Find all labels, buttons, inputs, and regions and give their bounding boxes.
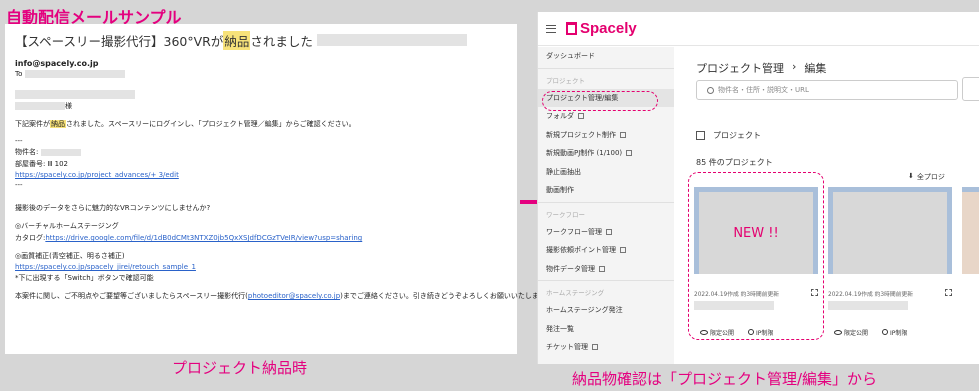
external-link-icon — [626, 150, 633, 157]
sidebar-item[interactable]: ホームステージング発注 — [538, 301, 674, 320]
highlight-new-card — [688, 172, 824, 340]
email-footer: 本案件に関し、ご不明点やご要望等ございましたらスペースリー撮影代行(photoe… — [15, 292, 553, 300]
download-icon: ⬇ — [908, 172, 914, 180]
sidebar-item-label: フォルダ — [546, 112, 574, 121]
catalog-link[interactable]: https://drive.google.com/file/d/1dB0dCMt… — [45, 234, 362, 242]
spacely-logo[interactable]: Spacely — [566, 20, 637, 37]
catalog-line: カタログ:https://drive.google.com/file/d/1dB… — [15, 234, 363, 242]
project-thumbnail[interactable] — [828, 187, 952, 274]
sidebar-item[interactable]: ダッシュボード — [538, 47, 674, 66]
project-card[interactable]: 2022.04.19作成 約3時間前更新限定公開 IP制限 — [828, 187, 952, 340]
top-bar: Spacely — [538, 12, 979, 46]
filter-box[interactable] — [962, 77, 979, 101]
email-vr-question: 撮影後のデータをさらに魅力的なVRコンテンツにしませんか? — [15, 204, 211, 212]
breadcrumb-project-manage[interactable]: プロジェクト管理 — [696, 60, 784, 76]
project-card-partial[interactable] — [962, 187, 979, 274]
brand-name: Spacely — [580, 20, 637, 37]
sidebar-item-label: 新規動画PJ制作 (1/100) — [546, 149, 623, 158]
sidebar-item-label: 撮影依頼ポイント管理 — [546, 246, 616, 255]
public-badge: 限定公開 — [834, 328, 868, 337]
sidebar-item-label: ワークフロー管理 — [546, 227, 602, 236]
redacted-company — [15, 90, 135, 99]
subject-highlight: 納品 — [223, 30, 251, 50]
retouch-link[interactable]: https://spacely.co.jp/spacely_jirei/reto… — [15, 263, 507, 271]
ip-badge: IP制限 — [882, 328, 907, 337]
select-all-checkbox[interactable] — [696, 131, 705, 140]
sidebar-item[interactable]: 動画制作 — [538, 181, 674, 200]
sidebar-item[interactable]: 発注一覧 — [538, 320, 674, 339]
search-icon — [707, 86, 714, 94]
email-separator: --- — [15, 137, 23, 145]
breadcrumb: プロジェクト管理 › 編集 — [696, 60, 979, 76]
sidebar-item[interactable]: 新規動画PJ制作 (1/100) — [538, 144, 674, 163]
sidebar-section: ワークフロー — [546, 210, 585, 219]
sidebar-item-label: 物件データ管理 — [546, 264, 595, 273]
project-filter-label: プロジェクト — [713, 131, 761, 140]
spacely-logo-icon — [566, 22, 577, 35]
email-intro: 下記案件が納品されました。スペースリーにログインし、「プロジェクト管理／編集」か… — [15, 120, 356, 128]
project-count: 85 件のプロジェクト — [696, 158, 773, 167]
breadcrumb-separator: › — [792, 60, 797, 73]
search-placeholder: 物件名・住所・説明文・URL — [718, 86, 809, 94]
download-all-button[interactable]: ⬇ 全プロジ — [908, 172, 945, 182]
redacted-subject — [316, 34, 467, 46]
sidebar-item[interactable]: 物件データ管理 — [538, 260, 674, 279]
eye-icon — [834, 330, 842, 335]
menu-icon[interactable] — [546, 24, 556, 33]
sidebar-item[interactable]: 新規プロジェクト制作 — [538, 126, 674, 145]
email-to: To — [15, 70, 507, 78]
subject-suffix: されました — [250, 33, 313, 49]
caption-project-delivery: プロジェクト納品時 — [172, 359, 308, 377]
email-property: 物件名: — [15, 147, 507, 157]
sidebar-section: ホームステージング — [546, 289, 605, 297]
highlight-project-manage — [542, 91, 658, 111]
external-link-icon — [578, 113, 584, 120]
sidebar-item-label: 動画制作 — [546, 186, 574, 195]
subject-prefix: 【スペースリー撮影代行】360°VRが — [15, 33, 224, 49]
footer-email-link[interactable]: photoeditor@spacely.co.jp — [248, 292, 340, 300]
external-link-icon — [599, 265, 605, 272]
email-separator-2: --- — [15, 181, 23, 189]
staging-title: ◎バーチャルホームステージング — [15, 222, 119, 230]
sidebar-item[interactable]: 静止画抽出 — [538, 163, 674, 182]
email-subject: 【スペースリー撮影代行】360°VRが 納品 されました — [15, 30, 507, 50]
card-meta: 2022.04.19作成 約3時間前更新 — [828, 292, 914, 298]
sidebar-item-label: チケット管理 — [546, 343, 588, 352]
external-link-icon — [620, 131, 626, 138]
external-link-icon — [620, 247, 626, 254]
sidebar-item-label: ホームステージング発注 — [546, 306, 623, 315]
qr-code-icon[interactable] — [945, 289, 952, 296]
sidebar-item[interactable]: ワークフロー管理 — [538, 223, 674, 242]
sidebar-item-label: ダッシュボード — [546, 52, 595, 61]
external-link-icon — [592, 344, 598, 351]
email-sample: 【スペースリー撮影代行】360°VRが 納品 されました info@spacel… — [5, 24, 553, 354]
email-from: info@spacely.co.jp — [15, 59, 99, 68]
sidebar-item-label: 新規プロジェクト制作 — [546, 130, 616, 139]
email-salutation: 様 — [15, 101, 507, 111]
sidebar-item[interactable]: 撮影依頼ポイント管理 — [538, 241, 674, 260]
search-input[interactable]: 物件名・住所・説明文・URL — [696, 80, 958, 100]
sidebar-section: プロジェクト — [546, 76, 585, 85]
email-room: 部屋番号: Ⅲ 102 — [15, 160, 68, 168]
external-link-icon — [606, 228, 612, 235]
sidebar-item-label: 発注一覧 — [546, 324, 574, 333]
globe-icon — [882, 329, 889, 335]
project-url-link[interactable]: https://spacely.co.jp/project_advances/+… — [15, 171, 507, 179]
caption-check-deliverables: 納品物確認は「プロジェクト管理/編集」から — [572, 370, 878, 388]
retouch-title: ◎画質補正(青空補正、明るさ補正) — [15, 252, 125, 260]
breadcrumb-edit: 編集 — [804, 62, 827, 75]
retouch-note: *下に出現する「Switch」ボタンで確認可能 — [15, 274, 154, 282]
sidebar-item[interactable]: チケット管理 — [538, 338, 674, 357]
redacted-title — [828, 301, 908, 310]
project-filter-row[interactable]: プロジェクト — [696, 130, 979, 141]
sidebar-item-label: 静止画抽出 — [546, 167, 581, 176]
